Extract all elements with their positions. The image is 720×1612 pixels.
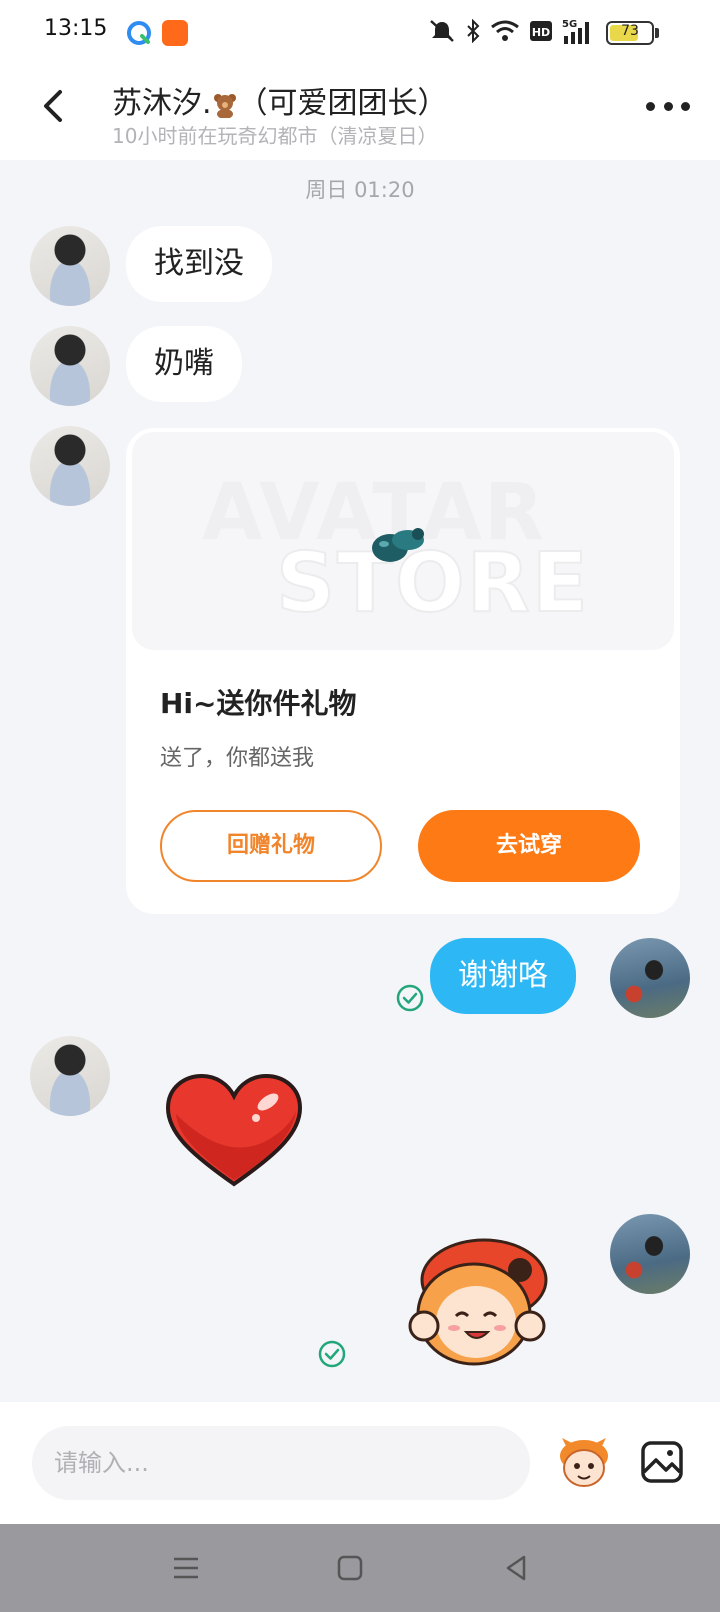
browser-app-icon	[127, 21, 151, 45]
message-bubble[interactable]: 找到没	[126, 226, 272, 302]
mute-icon	[430, 20, 454, 42]
contact-avatar[interactable]	[30, 226, 110, 306]
more-options-button[interactable]	[646, 94, 690, 118]
contact-title-suffix: （可爱团团长）	[237, 86, 448, 121]
read-check-icon	[396, 984, 424, 1012]
system-nav-bar	[0, 1524, 720, 1612]
status-bar: 13:15 HD 5G 73	[0, 0, 720, 64]
status-icons: HD 5G	[428, 18, 592, 44]
anime-girl-sticker[interactable]	[404, 1230, 554, 1370]
message-input-bar	[0, 1402, 720, 1524]
contact-avatar[interactable]	[30, 326, 110, 406]
more-dot-icon	[681, 101, 690, 111]
gift-message: 送了，你都送我	[160, 746, 315, 771]
home-icon[interactable]	[334, 1552, 366, 1584]
pacifier-gift-icon	[372, 528, 424, 562]
more-dot-icon	[663, 101, 673, 111]
message-bubble[interactable]: 奶嘴	[126, 326, 242, 402]
contact-name: 苏沐汐.	[112, 86, 212, 121]
svg-text:HD: HD	[532, 26, 550, 39]
my-avatar[interactable]	[610, 938, 690, 1018]
wifi-icon	[491, 20, 519, 41]
chat-messages[interactable]: 周日 01:20 找到没 奶嘴 AVATAR STORE Hi~送你件礼物 送了…	[0, 160, 720, 1402]
message-timestamp: 周日 01:20	[305, 178, 415, 202]
read-check-icon	[318, 1340, 346, 1368]
gift-card[interactable]: AVATAR STORE Hi~送你件礼物 送了，你都送我 回赠礼物 去试穿	[126, 428, 680, 914]
message-input[interactable]	[32, 1426, 530, 1500]
my-avatar[interactable]	[610, 1214, 690, 1294]
banner-watermark-store: STORE	[275, 535, 590, 632]
gift-title: Hi~送你件礼物	[160, 687, 357, 720]
chat-title[interactable]: 苏沐汐. （可爱团团长）	[112, 78, 448, 122]
try-on-button[interactable]: 去试穿	[418, 810, 640, 882]
battery-level: 73	[621, 23, 639, 39]
contact-avatar[interactable]	[30, 426, 110, 506]
menu-icon[interactable]	[170, 1552, 202, 1584]
bluetooth-icon	[467, 19, 480, 43]
avatar-store-banner: AVATAR STORE	[132, 432, 674, 650]
hd-icon: HD	[530, 21, 552, 41]
svg-text:5G: 5G	[562, 19, 577, 30]
battery-icon: 73	[606, 21, 654, 45]
more-dot-icon	[646, 101, 655, 111]
status-time: 13:15	[44, 16, 108, 41]
contact-status: 10小时前在玩奇幻都市（清凉夏日）	[112, 124, 438, 148]
back-button[interactable]	[30, 82, 78, 130]
bear-emoji-icon	[213, 93, 236, 118]
contact-avatar[interactable]	[30, 1036, 110, 1116]
image-button[interactable]	[640, 1440, 684, 1484]
signal-5g-icon: 5G	[562, 19, 589, 44]
kuaishou-app-icon	[162, 20, 188, 46]
my-message-bubble[interactable]: 谢谢咯	[430, 938, 576, 1014]
return-gift-button[interactable]: 回赠礼物	[160, 810, 382, 882]
chat-header: 苏沐汐. （可爱团团长） 10小时前在玩奇幻都市（清凉夏日）	[0, 64, 720, 160]
sticker-button[interactable]	[556, 1438, 612, 1488]
heart-sticker[interactable]	[164, 1072, 304, 1192]
back-nav-icon[interactable]	[500, 1552, 532, 1584]
